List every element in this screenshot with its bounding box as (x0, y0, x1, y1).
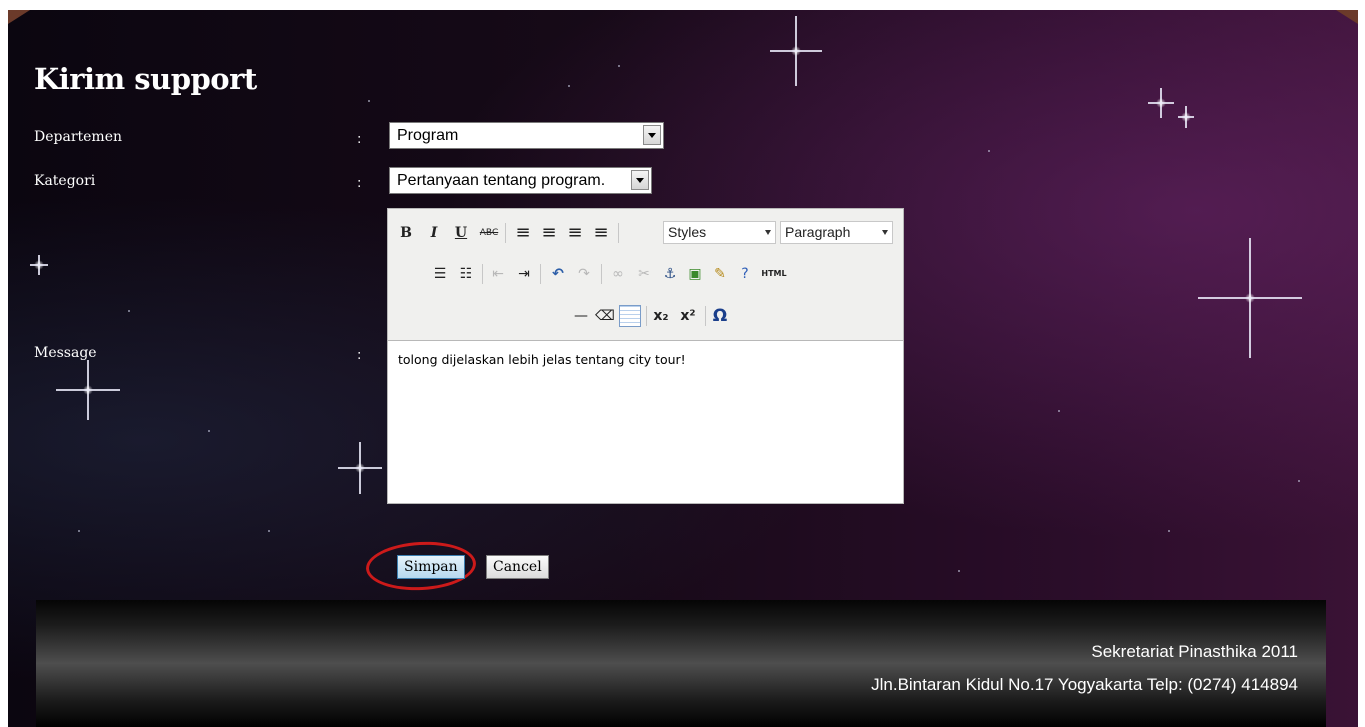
rich-text-editor[interactable]: B I U ABC ≡ ≡ ≡ ≡ Styles Paragraph ☰ ☷ ⇤… (387, 208, 904, 504)
redo-icon[interactable]: ↷ (574, 264, 594, 284)
chevron-down-icon (882, 230, 888, 235)
superscript-icon[interactable]: x² (678, 306, 698, 326)
subscript-icon[interactable]: x₂ (651, 306, 671, 326)
table-icon[interactable] (619, 305, 641, 327)
kategori-label: Kategori (34, 173, 96, 189)
toolbar-separator (505, 223, 506, 243)
italic-icon[interactable]: I (424, 223, 444, 243)
undo-icon[interactable]: ↶ (548, 264, 568, 284)
kategori-select[interactable]: Pertanyaan tentang program. (389, 167, 652, 194)
departemen-select[interactable]: Program (389, 122, 664, 149)
departemen-label: Departemen (34, 129, 122, 145)
horizontal-rule-icon[interactable]: — (571, 306, 591, 326)
underline-icon[interactable]: U (451, 223, 471, 243)
footer: Sekretariat Pinasthika 2011 Jln.Bintaran… (36, 600, 1326, 727)
toolbar-separator (482, 264, 483, 284)
footer-organization: Sekretariat Pinasthika 2011 (1091, 642, 1298, 661)
toolbar-separator (601, 264, 602, 284)
indent-icon[interactable]: ⇥ (514, 264, 534, 284)
star-dot (1298, 480, 1300, 482)
chevron-down-icon[interactable] (631, 170, 649, 190)
cleanup-icon[interactable]: ✎ (710, 264, 730, 284)
sparkle-star (1178, 106, 1194, 128)
sparkle-star (1148, 88, 1174, 118)
toolbar-separator (618, 223, 619, 243)
sparkle-star (1198, 238, 1302, 358)
sparkle-star (30, 255, 48, 275)
message-textarea[interactable]: tolong dijelaskan lebih jelas tentang ci… (388, 340, 903, 503)
toolbar-separator (540, 264, 541, 284)
link-icon[interactable]: ∞ (608, 264, 628, 284)
numbered-list-icon[interactable]: ☷ (456, 264, 476, 284)
align-justify-icon[interactable]: ≡ (591, 223, 611, 243)
kategori-select-value: Pertanyaan tentang program. (397, 172, 606, 189)
eraser-icon[interactable]: ⌫ (595, 306, 615, 326)
star-dot (988, 150, 990, 152)
sparkle-star (770, 16, 822, 86)
chevron-down-icon (765, 230, 771, 235)
kategori-colon: : (357, 176, 362, 191)
chevron-down-icon[interactable] (643, 125, 661, 145)
styles-dropdown[interactable]: Styles (663, 221, 776, 244)
anchor-icon[interactable]: ⚓ (660, 264, 680, 284)
styles-dropdown-label: Styles (668, 224, 707, 240)
star-dot (78, 530, 80, 532)
special-character-icon[interactable]: Ω (710, 306, 730, 326)
star-dot (568, 85, 570, 87)
html-source-icon[interactable]: HTML (760, 264, 788, 284)
sparkle-star (338, 442, 382, 494)
bold-icon[interactable]: B (396, 223, 416, 243)
star-dot (618, 65, 620, 67)
align-right-icon[interactable]: ≡ (565, 223, 585, 243)
outdent-icon[interactable]: ⇤ (488, 264, 508, 284)
page-background: Kirim support Departemen : Program Kateg… (8, 10, 1358, 727)
message-colon: : (357, 348, 362, 363)
star-dot (268, 530, 270, 532)
align-left-icon[interactable]: ≡ (513, 223, 533, 243)
toolbar-separator (646, 306, 647, 326)
align-center-icon[interactable]: ≡ (539, 223, 559, 243)
format-dropdown-label: Paragraph (785, 224, 851, 240)
image-icon[interactable]: ▣ (685, 264, 705, 284)
departemen-select-value: Program (397, 127, 459, 144)
save-button[interactable]: Simpan (397, 555, 465, 579)
message-label: Message (34, 345, 97, 361)
star-dot (208, 430, 210, 432)
star-dot (958, 570, 960, 572)
sparkle-star (56, 360, 120, 420)
bullet-list-icon[interactable]: ☰ (430, 264, 450, 284)
star-dot (128, 310, 130, 312)
corner-decoration-left (8, 10, 30, 24)
cancel-button[interactable]: Cancel (486, 555, 549, 579)
help-icon[interactable]: ? (735, 264, 755, 284)
star-dot (1058, 410, 1060, 412)
format-dropdown[interactable]: Paragraph (780, 221, 893, 244)
page-title: Kirim support (34, 62, 257, 96)
star-dot (368, 100, 370, 102)
star-dot (1168, 530, 1170, 532)
departemen-colon: : (357, 132, 362, 147)
toolbar-separator (705, 306, 706, 326)
strikethrough-icon[interactable]: ABC (479, 223, 499, 243)
unlink-icon[interactable]: ✂ (634, 264, 654, 284)
corner-decoration-right (1336, 10, 1358, 24)
footer-address: Jln.Bintaran Kidul No.17 Yogyakarta Telp… (871, 675, 1298, 694)
editor-toolbar: B I U ABC ≡ ≡ ≡ ≡ Styles Paragraph ☰ ☷ ⇤… (388, 209, 903, 340)
